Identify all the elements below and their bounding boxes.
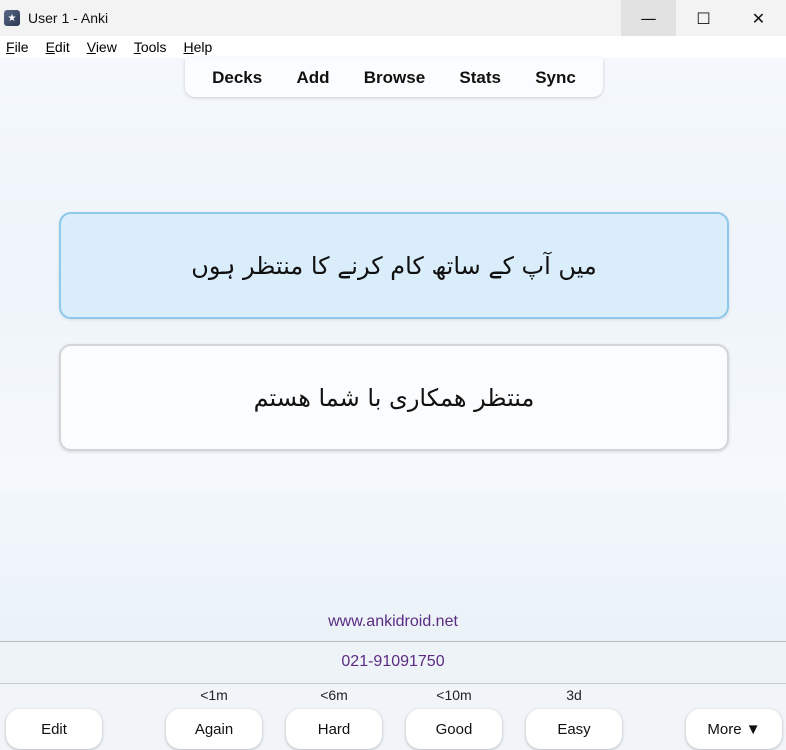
card-front: میں آپ کے ساتھ کام کرنے کا منتظر ہوں xyxy=(59,212,729,319)
menu-edit[interactable]: Edit xyxy=(46,39,70,55)
answer-bar: <1m <6m <10m 3d Edit Again Hard Good Eas… xyxy=(0,684,786,750)
again-button[interactable]: Again xyxy=(166,709,262,749)
card-front-text: میں آپ کے ساتھ کام کرنے کا منتظر ہوں xyxy=(191,251,597,280)
window-controls: — ☐ ✕ xyxy=(621,0,786,36)
main-toolbar: Decks Add Browse Stats Sync xyxy=(185,58,603,97)
hard-interval: <6m xyxy=(320,687,348,703)
close-icon: ✕ xyxy=(751,8,766,28)
hard-button[interactable]: Hard xyxy=(286,709,382,749)
minimize-icon: — xyxy=(640,8,657,28)
toolbar-decks[interactable]: Decks xyxy=(212,68,262,88)
toolbar-add[interactable]: Add xyxy=(296,68,329,88)
easy-button[interactable]: Easy xyxy=(526,709,622,749)
toolbar-sync[interactable]: Sync xyxy=(535,68,576,88)
window-title: User 1 - Anki xyxy=(28,10,109,26)
anki-star-icon: ★ xyxy=(4,10,20,26)
menu-bar: File Edit View Tools Help xyxy=(0,36,786,58)
title-bar: ★ User 1 - Anki — ☐ ✕ xyxy=(0,0,786,36)
phone-bar: 021-91091750 xyxy=(0,641,786,684)
edit-button[interactable]: Edit xyxy=(6,709,102,749)
more-button[interactable]: More ▼ xyxy=(686,709,782,749)
again-interval: <1m xyxy=(200,687,228,703)
easy-interval: 3d xyxy=(566,687,582,703)
close-button[interactable]: ✕ xyxy=(731,0,786,36)
menu-help[interactable]: Help xyxy=(184,39,213,55)
menu-file[interactable]: File xyxy=(6,39,29,55)
maximize-icon: ☐ xyxy=(696,8,711,28)
phone-number: 021-91091750 xyxy=(341,653,445,670)
menu-view[interactable]: View xyxy=(87,39,117,55)
card-back: منتظر همکاری با شما هستم xyxy=(59,344,729,451)
toolbar-browse[interactable]: Browse xyxy=(364,68,425,88)
maximize-button[interactable]: ☐ xyxy=(676,0,731,36)
good-button[interactable]: Good xyxy=(406,709,502,749)
review-area: Decks Add Browse Stats Sync میں آپ کے سا… xyxy=(0,58,786,492)
card-footer-area: www.ankidroid.net xyxy=(0,492,786,642)
menu-tools[interactable]: Tools xyxy=(134,39,167,55)
card-back-text: منتظر همکاری با شما هستم xyxy=(253,383,535,412)
toolbar-stats[interactable]: Stats xyxy=(459,68,501,88)
good-interval: <10m xyxy=(436,687,472,703)
minimize-button[interactable]: — xyxy=(621,0,676,36)
website-link[interactable]: www.ankidroid.net xyxy=(0,613,786,631)
